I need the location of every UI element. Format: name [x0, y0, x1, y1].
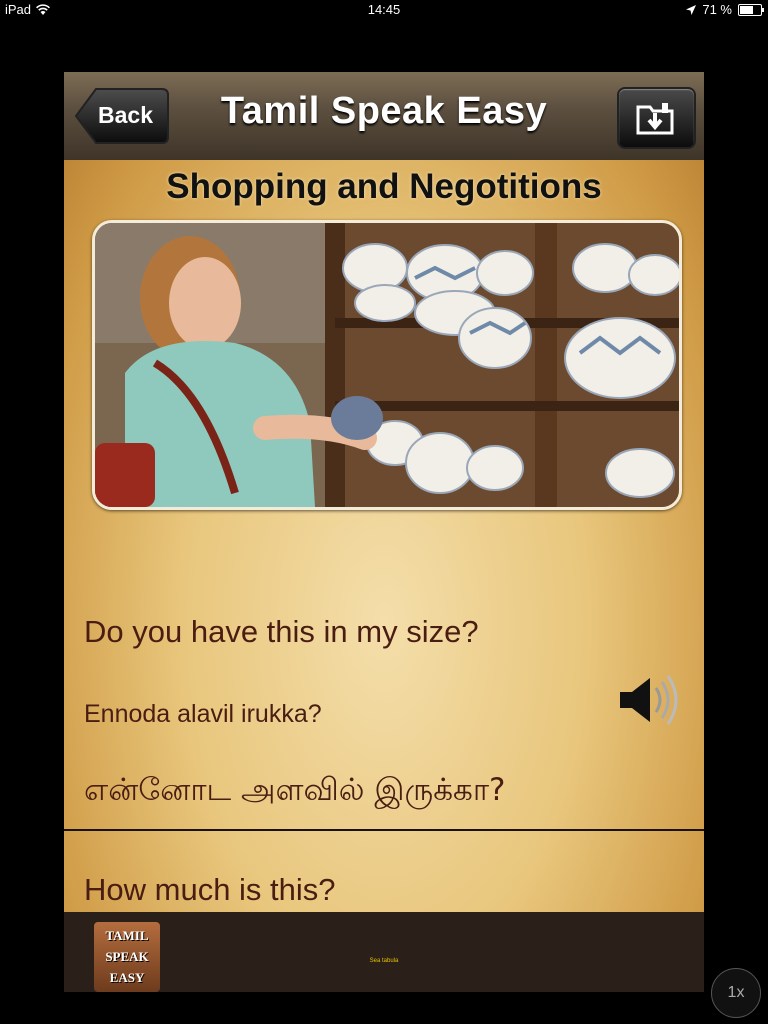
phrase-transliteration: Ennoda alavil irukka? — [84, 700, 322, 728]
phrase-english: Do you have this in my size? — [84, 614, 479, 649]
phrase-tamil: என்னோட அளவில் இருக்கா? — [84, 772, 506, 808]
logo-line-3: EASY — [109, 970, 145, 985]
speaker-icon — [620, 675, 678, 725]
status-bar: iPad 14:45 71 % — [0, 0, 768, 20]
speaker-button[interactable] — [616, 670, 686, 730]
navigation-bar: Back Tamil Speak Easy — [64, 72, 704, 160]
shopping-photo — [92, 220, 682, 510]
ad-text[interactable]: Sea tabula — [64, 958, 704, 964]
footer-ad-bar: TAMIL SPEAK EASY Sea tabula — [64, 912, 704, 992]
logo-line-1: TAMIL — [105, 928, 149, 943]
folder-button[interactable] — [617, 87, 696, 149]
section-title: Shopping and Negotitions — [166, 167, 602, 206]
app-screen: Back Tamil Speak Easy Shopping and Negot… — [64, 72, 704, 992]
phrase-english-2[interactable]: How much is this? — [84, 872, 336, 908]
battery-percent: 71 % — [702, 2, 732, 17]
phrase-divider — [64, 829, 704, 831]
status-time: 14:45 — [367, 2, 401, 17]
zoom-button[interactable]: 1x — [711, 968, 761, 1018]
battery-icon — [738, 3, 764, 16]
app-logo[interactable]: TAMIL SPEAK EASY — [94, 922, 160, 992]
location-arrow-icon — [686, 4, 697, 15]
app-title: Tamil Speak Easy — [220, 90, 548, 132]
folder-download-icon — [636, 103, 674, 135]
